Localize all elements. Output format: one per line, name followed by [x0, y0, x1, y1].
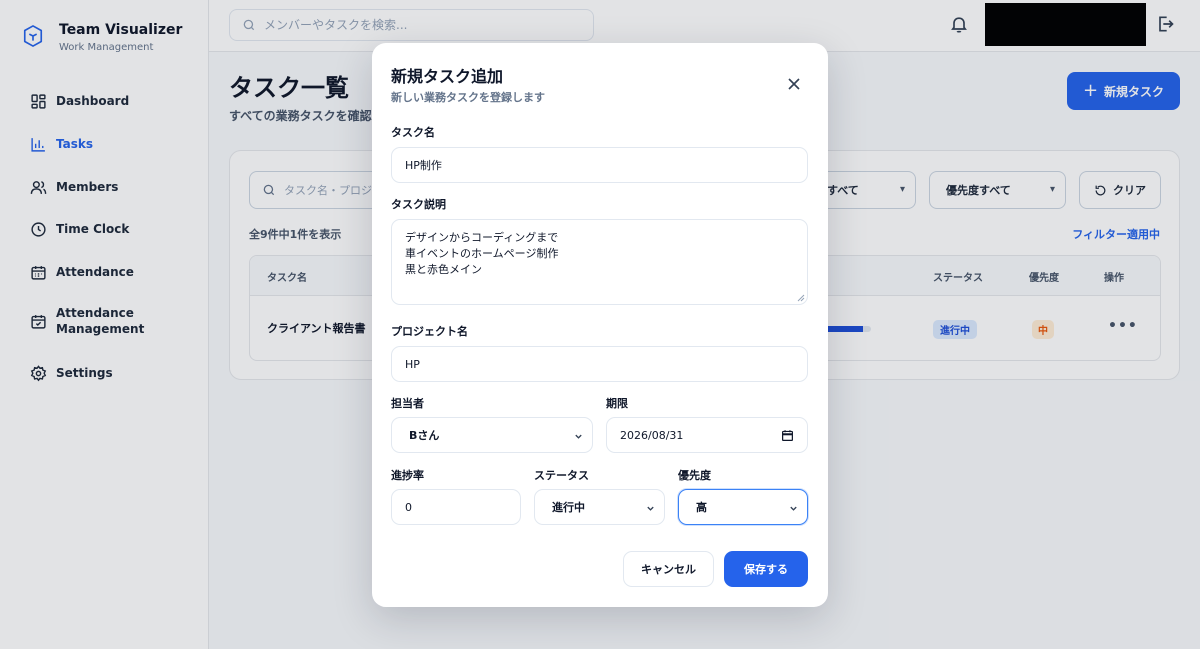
- description-value: デザインからコーディングまで 車イベントのホームページ制作 黒と赤色メイン: [405, 231, 559, 276]
- project-label: プロジェクト名: [391, 325, 468, 338]
- chevron-down-icon: [575, 434, 582, 439]
- chevron-down-icon: [790, 506, 797, 511]
- modal-subtitle: 新しい業務タスクを登録します: [391, 91, 545, 104]
- deadline-label: 期限: [606, 397, 628, 410]
- assignee-value: Bさん: [409, 429, 440, 442]
- task-name-value: HP制作: [405, 159, 442, 172]
- assignee-select[interactable]: Bさん: [391, 417, 593, 453]
- project-input[interactable]: HP: [391, 346, 808, 382]
- assignee-label: 担当者: [391, 397, 424, 410]
- status-select[interactable]: 進行中: [534, 489, 665, 525]
- save-button[interactable]: 保存する: [724, 551, 808, 587]
- progress-value: 0: [405, 500, 412, 514]
- project-value: HP: [405, 357, 420, 371]
- task-name-input[interactable]: HP制作: [391, 147, 808, 183]
- status-label: ステータス: [534, 469, 589, 482]
- chevron-down-icon: [647, 506, 654, 511]
- deadline-date-input[interactable]: 2026/08/31: [606, 417, 808, 453]
- priority-value: 高: [696, 501, 707, 514]
- new-task-modal: 新規タスク追加 新しい業務タスクを登録します タスク名 HP制作 タスク説明 デ…: [372, 43, 828, 607]
- description-textarea[interactable]: デザインからコーディングまで 車イベントのホームページ制作 黒と赤色メイン: [391, 219, 808, 305]
- priority-select[interactable]: 高: [678, 489, 808, 525]
- status-value: 進行中: [552, 501, 585, 514]
- description-label: タスク説明: [391, 198, 446, 211]
- progress-label: 進捗率: [391, 469, 424, 482]
- close-icon[interactable]: [784, 74, 804, 94]
- resize-handle-icon[interactable]: [797, 294, 805, 302]
- calendar-icon[interactable]: [781, 429, 794, 442]
- modal-title: 新規タスク追加: [391, 67, 504, 86]
- cancel-button[interactable]: キャンセル: [623, 551, 714, 587]
- task-name-label: タスク名: [391, 126, 435, 139]
- progress-input[interactable]: 0: [391, 489, 521, 525]
- deadline-value: 2026/08/31: [620, 428, 684, 442]
- priority-label: 優先度: [678, 469, 711, 482]
